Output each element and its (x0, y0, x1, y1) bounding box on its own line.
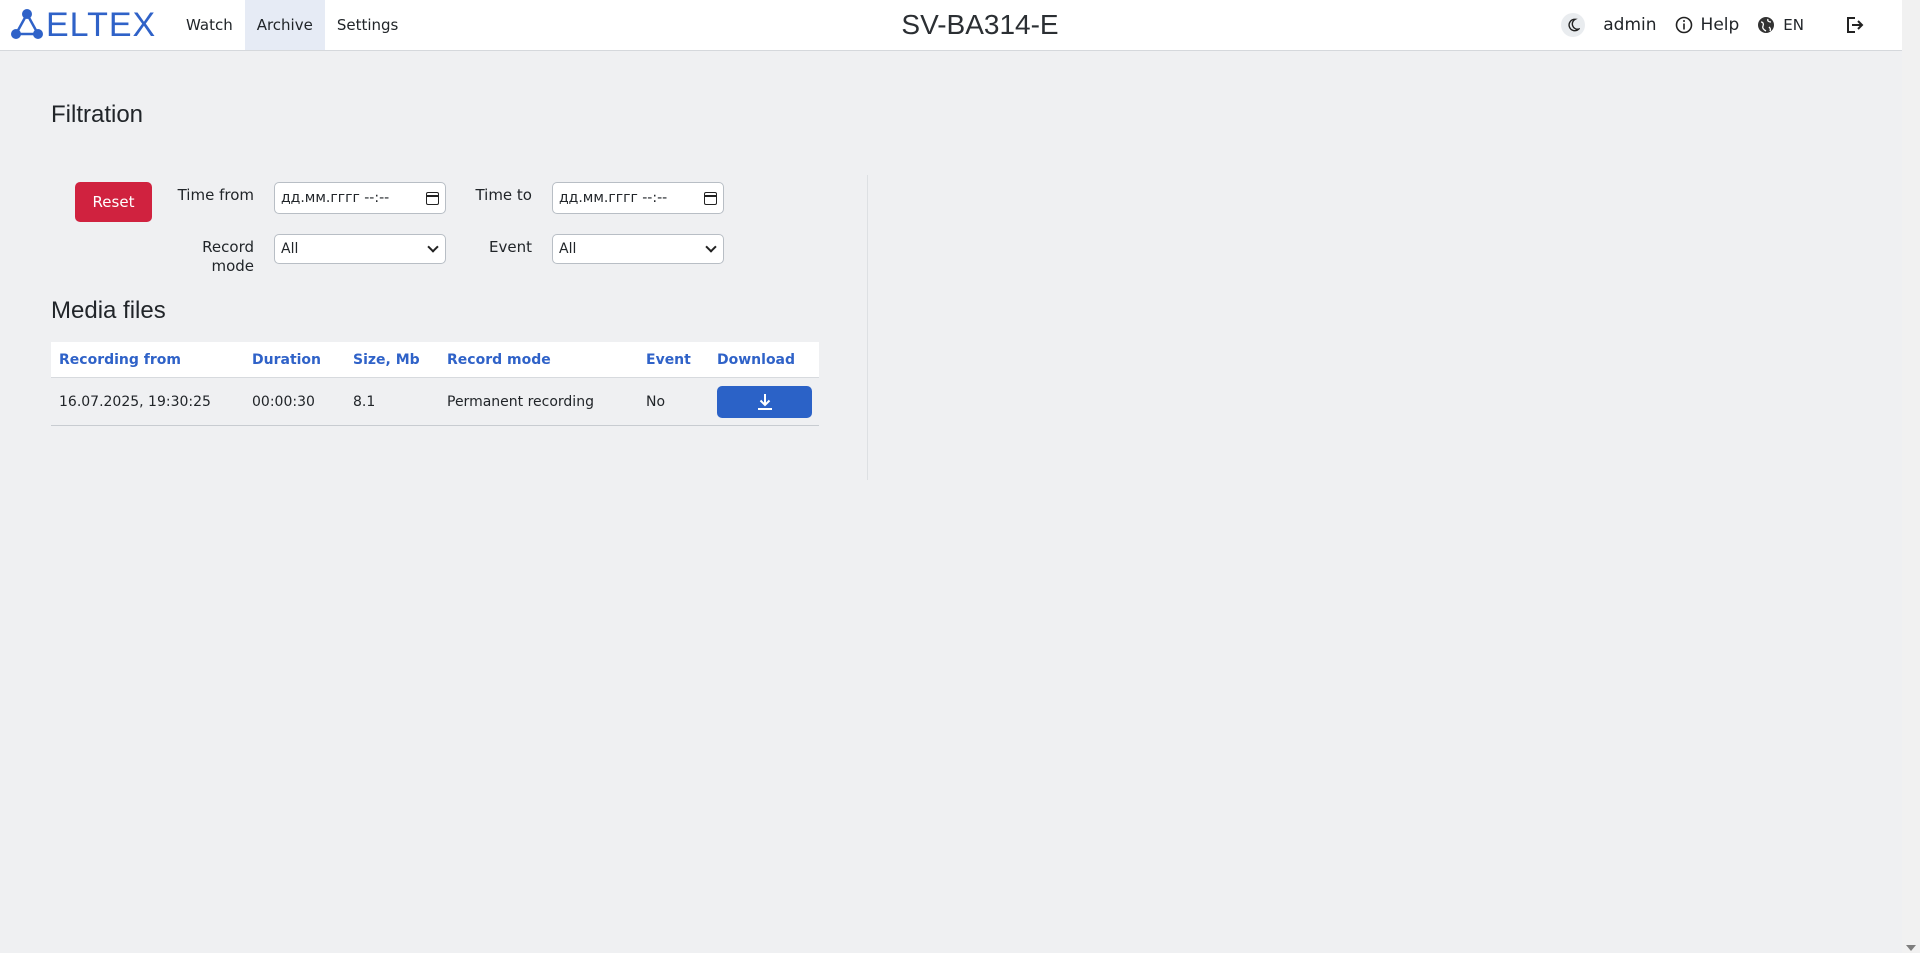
panel-divider (867, 175, 868, 480)
record-mode-label-line1: Record (202, 238, 254, 256)
cell-size: 8.1 (353, 393, 376, 410)
event-value: All (559, 241, 577, 257)
help-button[interactable]: Help (1675, 15, 1740, 35)
chevron-down-icon (705, 241, 717, 253)
table-row: 16.07.2025, 19:30:25 00:00:30 8.1 Perman… (51, 378, 819, 426)
username: admin (1603, 15, 1657, 35)
cell-event: No (646, 393, 666, 410)
record-mode-value: All (281, 241, 299, 257)
media-files-title: Media files (51, 297, 166, 324)
calendar-icon[interactable] (704, 191, 717, 205)
event-label: Event (489, 238, 532, 256)
media-files-table: Recording from Duration Size, Mb Record … (51, 342, 819, 426)
time-from-placeholder: дд.мм.гггг --:-- (281, 190, 390, 206)
top-bar: ELTEX Watch Archive Settings SV-BA314-E … (0, 0, 1902, 51)
time-to-input[interactable]: дд.мм.гггг --:-- (552, 182, 724, 214)
column-event[interactable]: Event (638, 342, 709, 377)
table-header: Recording from Duration Size, Mb Record … (51, 342, 819, 378)
record-mode-label: Record mode (170, 238, 254, 276)
download-icon (757, 393, 772, 410)
cell-download (709, 385, 819, 418)
user-menu[interactable]: admin (1603, 15, 1656, 35)
time-from-label: Time from (177, 186, 254, 204)
column-duration[interactable]: Duration (244, 342, 345, 377)
column-record-mode[interactable]: Record mode (439, 342, 638, 377)
download-button[interactable] (717, 385, 812, 418)
column-recording-from[interactable]: Recording from (51, 342, 244, 377)
filtration-title: Filtration (51, 101, 144, 128)
help-label: Help (1700, 15, 1740, 35)
right-toolbar: admin Help EN (1561, 0, 1872, 50)
theme-toggle-button[interactable] (1561, 13, 1586, 37)
time-from-input[interactable]: дд.мм.гггг --:-- (274, 182, 446, 214)
record-mode-select[interactable]: All (274, 234, 446, 264)
cell-recording-from: 16.07.2025, 19:30:25 (59, 393, 211, 410)
language-label: EN (1783, 16, 1804, 34)
reset-button[interactable]: Reset (75, 182, 152, 222)
cell-duration: 00:00:30 (252, 393, 315, 410)
moon-icon (1568, 18, 1581, 32)
logout-icon (1847, 17, 1864, 33)
calendar-icon[interactable] (426, 191, 439, 205)
cell-record-mode: Permanent recording (447, 393, 594, 410)
chevron-down-icon (427, 241, 439, 253)
record-mode-label-line2: mode (211, 257, 254, 275)
language-selector[interactable]: EN (1757, 16, 1804, 34)
column-download: Download (717, 352, 796, 368)
event-select[interactable]: All (552, 234, 724, 264)
archive-panel (25, 72, 903, 502)
column-size[interactable]: Size, Mb (345, 342, 439, 377)
globe-icon (1758, 17, 1775, 33)
time-to-placeholder: дд.мм.гггг --:-- (559, 190, 668, 206)
info-icon (1675, 16, 1692, 34)
time-to-label: Time to (475, 186, 532, 204)
scroll-down-arrow-icon[interactable] (1906, 945, 1916, 951)
logout-button[interactable] (1844, 15, 1872, 35)
page-scrollbar[interactable] (1902, 0, 1920, 953)
